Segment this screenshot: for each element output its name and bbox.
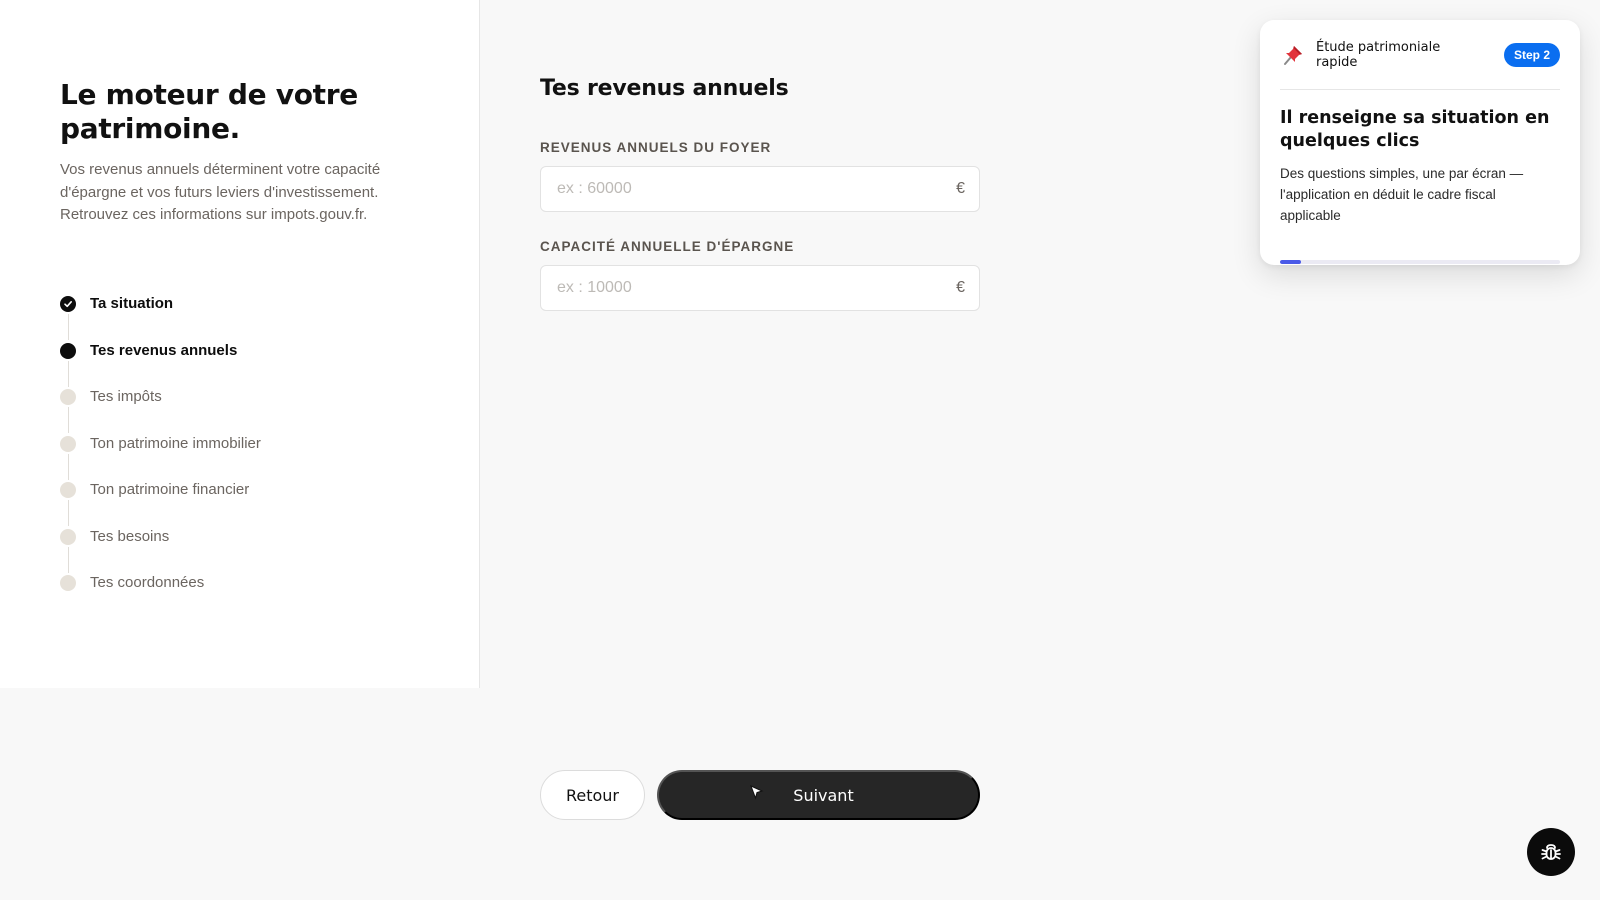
- back-button[interactable]: Retour: [540, 770, 645, 820]
- currency-symbol: €: [956, 180, 965, 197]
- step-pending-indicator: [60, 528, 76, 545]
- step-pending-indicator: [60, 575, 76, 591]
- savings-input[interactable]: [557, 279, 957, 297]
- step-item-immobilier: Ton patrimoine immobilier: [60, 434, 261, 481]
- tour-progress-fill: [1280, 260, 1301, 264]
- savings-field-label: CAPACITÉ ANNUELLE D'ÉPARGNE: [540, 239, 795, 254]
- tour-card-header: Étude patrimoniale rapide Step 2: [1280, 20, 1560, 90]
- check-icon: [64, 301, 72, 308]
- next-button[interactable]: Suivant: [657, 770, 980, 820]
- step-badge: Step 2: [1503, 42, 1560, 67]
- step-pending-indicator: [60, 389, 76, 405]
- onboarding-tour-card: Étude patrimoniale rapide Step 2 Il rens…: [1260, 20, 1580, 265]
- tour-progress-bar: [1280, 260, 1560, 264]
- income-field-label: REVENUS ANNUELS DU FOYER: [540, 140, 772, 155]
- progress-steps: Ta situation Tes revenus annuels Tes imp…: [60, 294, 261, 620]
- bug-icon: [1541, 844, 1561, 860]
- step-pending-indicator: [60, 482, 76, 498]
- step-done-indicator: [60, 296, 76, 312]
- debug-button[interactable]: [1527, 828, 1575, 876]
- page-heading: Le moteur de votre patrimoine.: [60, 78, 358, 145]
- pushpin-icon: [1284, 45, 1302, 65]
- step-label: Tes impôts: [90, 388, 162, 405]
- step-item-impots: Tes impôts: [60, 387, 261, 434]
- cursor-icon: [750, 785, 764, 800]
- income-input[interactable]: [557, 180, 957, 198]
- step-connector: [67, 360, 69, 387]
- next-button-label: Suivant: [793, 785, 854, 805]
- step-label: Ton patrimoine financier: [90, 481, 250, 498]
- step-label: Tes besoins: [90, 527, 170, 545]
- page-description: Vos revenus annuels déterminent votre ca…: [60, 161, 381, 223]
- tour-card-body: Des questions simples, une par écran — l…: [1280, 166, 1524, 223]
- left-panel: Le moteur de votre patrimoine. Vos reven…: [0, 0, 480, 688]
- step-label: Ton patrimoine immobilier: [90, 434, 261, 452]
- tour-card-title: Il renseigne sa situation en quelques cl…: [1280, 108, 1550, 151]
- step-pending-indicator: [60, 435, 76, 452]
- step-item-coordonnees: Tes coordonnées: [60, 573, 261, 620]
- tour-card-header-title: Étude patrimoniale rapide: [1316, 39, 1441, 70]
- step-connector: [67, 500, 69, 526]
- step-label: Tes revenus annuels: [90, 341, 238, 359]
- step-item-situation[interactable]: Ta situation: [60, 294, 261, 341]
- step-connector: [67, 407, 69, 433]
- step-item-revenus[interactable]: Tes revenus annuels: [60, 341, 261, 388]
- step-connector: [67, 546, 69, 573]
- form-title: Tes revenus annuels: [540, 76, 789, 101]
- step-connector: [67, 453, 69, 480]
- step-item-financier: Ton patrimoine financier: [60, 480, 261, 527]
- step-label: Tes coordonnées: [90, 574, 205, 591]
- income-field-wrapper: €: [540, 166, 980, 212]
- step-connector: [67, 314, 69, 340]
- step-label: Ta situation: [90, 295, 174, 312]
- currency-symbol: €: [956, 279, 965, 296]
- savings-field-wrapper: €: [540, 265, 980, 311]
- step-active-indicator: [60, 342, 76, 359]
- step-item-besoins: Tes besoins: [60, 527, 261, 574]
